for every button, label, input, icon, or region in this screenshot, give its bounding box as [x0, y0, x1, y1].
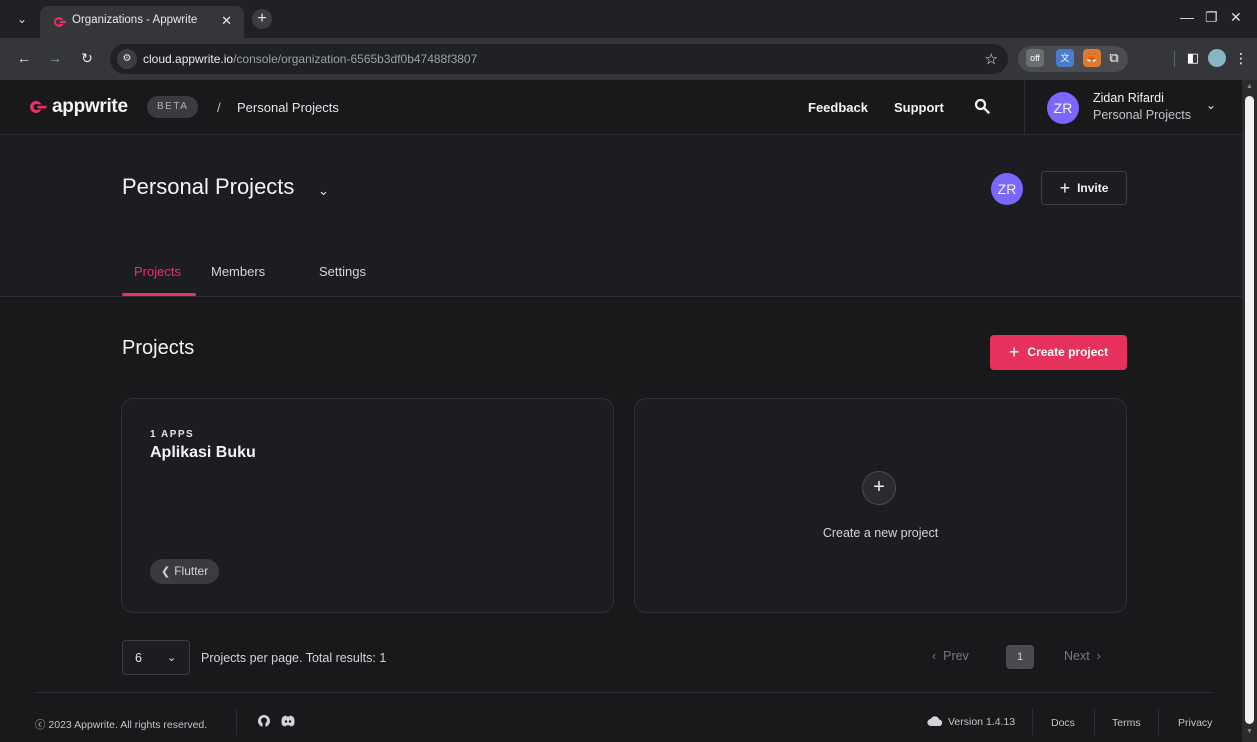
create-project-label: Create project [1027, 345, 1109, 359]
terms-link[interactable]: Terms [1112, 717, 1141, 729]
footer-divider-v [1158, 709, 1159, 735]
prev-label: Prev [943, 649, 969, 663]
appwrite-logo-icon [29, 100, 47, 114]
scroll-up-icon[interactable]: ▲ [1245, 83, 1254, 93]
page-number-button[interactable]: 1 [1006, 645, 1034, 669]
scroll-down-icon[interactable]: ▼ [1245, 728, 1254, 738]
user-avatar[interactable]: ZR [1047, 92, 1079, 124]
profile-icon[interactable] [1208, 49, 1226, 67]
new-project-card[interactable]: + Create a new project [634, 398, 1127, 613]
results-summary: Projects per page. Total results: 1 [201, 651, 387, 665]
toolbar-divider [1174, 51, 1175, 67]
appwrite-favicon-icon [54, 17, 66, 27]
back-icon[interactable]: ← [15, 50, 33, 66]
metamask-extension-icon[interactable]: 🦊 [1083, 49, 1101, 67]
plus-circle-icon: + [862, 471, 896, 505]
reload-icon[interactable]: ↻ [78, 50, 96, 67]
organization-title[interactable]: Personal Projects [122, 174, 294, 200]
prev-page-button[interactable]: ‹ Prev [932, 649, 969, 663]
browser-tab[interactable]: Organizations - Appwrite ✕ [40, 6, 244, 38]
new-project-label: Create a new project [822, 526, 939, 540]
create-project-button[interactable]: + Create project [990, 335, 1127, 370]
appwrite-logo[interactable]: appwrite [29, 95, 128, 119]
next-label: Next [1064, 649, 1090, 663]
next-page-button[interactable]: Next › [1064, 649, 1101, 663]
active-tab-indicator [122, 293, 196, 296]
footer-divider-v [1094, 709, 1095, 735]
tab-close-icon[interactable]: ✕ [221, 13, 232, 29]
feedback-button[interactable]: Feedback [808, 100, 868, 115]
per-page-select[interactable]: 6 ⌄ [122, 640, 190, 675]
translate-extension-icon[interactable]: 文 [1056, 49, 1074, 67]
section-title: Projects [122, 337, 195, 359]
plus-icon: + [1008, 342, 1020, 362]
url-text[interactable]: cloud.appwrite.io/console/organization-6… [143, 52, 477, 66]
extension-off-icon[interactable]: off [1026, 49, 1044, 67]
chevron-right-icon: › [1089, 649, 1101, 663]
invite-button[interactable]: + Invite [1041, 171, 1127, 205]
footer-divider-v [236, 709, 237, 735]
breadcrumb-separator: / [217, 100, 221, 115]
project-name: Aplikasi Buku [150, 444, 256, 461]
apps-count: 1 APPS [150, 429, 195, 440]
flutter-icon: ❮ [161, 566, 171, 578]
app-header: appwrite BETA / Personal Projects Feedba… [0, 80, 1242, 135]
organization-header: Personal Projects ⌄ ZR + Invite Projects … [0, 135, 1242, 297]
scroll-thumb[interactable] [1245, 96, 1254, 724]
new-tab-button[interactable]: + [252, 9, 272, 29]
plus-icon: + [1059, 178, 1071, 198]
browser-toolbar: ← → ↻ ⚙ cloud.appwrite.io/console/organi… [0, 38, 1257, 80]
search-icon[interactable] [974, 98, 990, 114]
side-panel-icon[interactable]: ◧ [1184, 49, 1202, 67]
member-avatar[interactable]: ZR [991, 173, 1023, 205]
tab-title: Organizations - Appwrite [72, 14, 198, 26]
support-button[interactable]: Support [894, 100, 944, 115]
chevron-left-icon: ‹ [932, 649, 944, 663]
project-card[interactable]: 1 APPS Aplikasi Buku ❮ Flutter [121, 398, 614, 613]
platform-label: Flutter [174, 564, 209, 578]
footer-divider-v [1032, 709, 1033, 735]
tab-search-icon[interactable]: ⌄ [14, 11, 30, 27]
breadcrumb[interactable]: Personal Projects [237, 100, 339, 115]
user-org[interactable]: Personal Projects [1093, 108, 1191, 122]
invite-label: Invite [1077, 181, 1109, 195]
privacy-link[interactable]: Privacy [1178, 717, 1212, 729]
bookmark-star-icon[interactable]: ☆ [985, 50, 998, 68]
tab-projects[interactable]: Projects [134, 264, 181, 279]
version-text: Version 1.4.13 [948, 716, 1016, 728]
cloud-icon [927, 716, 943, 727]
footer-divider [35, 692, 1213, 693]
tab-members[interactable]: Members [211, 264, 265, 279]
browser-menu-icon[interactable]: ⋮ [1232, 49, 1250, 67]
logo-text: appwrite [52, 96, 128, 117]
org-chevron-down-icon[interactable]: ⌄ [318, 183, 329, 199]
page-scrollbar[interactable]: ▲ ▼ [1242, 80, 1257, 742]
docs-link[interactable]: Docs [1051, 717, 1075, 729]
chevron-down-icon[interactable]: ⌄ [1206, 98, 1216, 112]
github-icon[interactable] [256, 713, 272, 729]
address-bar[interactable]: ⚙ cloud.appwrite.io/console/organization… [110, 44, 1008, 74]
site-info-icon[interactable]: ⚙ [117, 49, 137, 69]
user-name[interactable]: Zidan Rifardi [1093, 91, 1164, 105]
forward-icon[interactable]: → [46, 50, 64, 66]
restore-icon[interactable]: ❐ [1205, 9, 1218, 26]
copyright-text: ⓒ 2023 Appwrite. All rights reserved. [35, 719, 208, 731]
platform-tag: ❮ Flutter [150, 559, 220, 584]
browser-tabstrip: ⌄ Organizations - Appwrite ✕ + — ❐ ✕ [0, 0, 1257, 38]
close-window-icon[interactable]: ✕ [1230, 9, 1242, 26]
per-page-value: 6 [135, 651, 142, 665]
extensions-puzzle-icon[interactable]: ⧉ [1105, 49, 1123, 67]
header-divider [1024, 80, 1025, 135]
beta-badge: BETA [147, 96, 199, 118]
discord-icon[interactable] [280, 713, 296, 729]
minimize-icon[interactable]: — [1180, 9, 1194, 25]
chevron-down-icon: ⌄ [167, 652, 177, 664]
tab-settings[interactable]: Settings [319, 264, 366, 279]
